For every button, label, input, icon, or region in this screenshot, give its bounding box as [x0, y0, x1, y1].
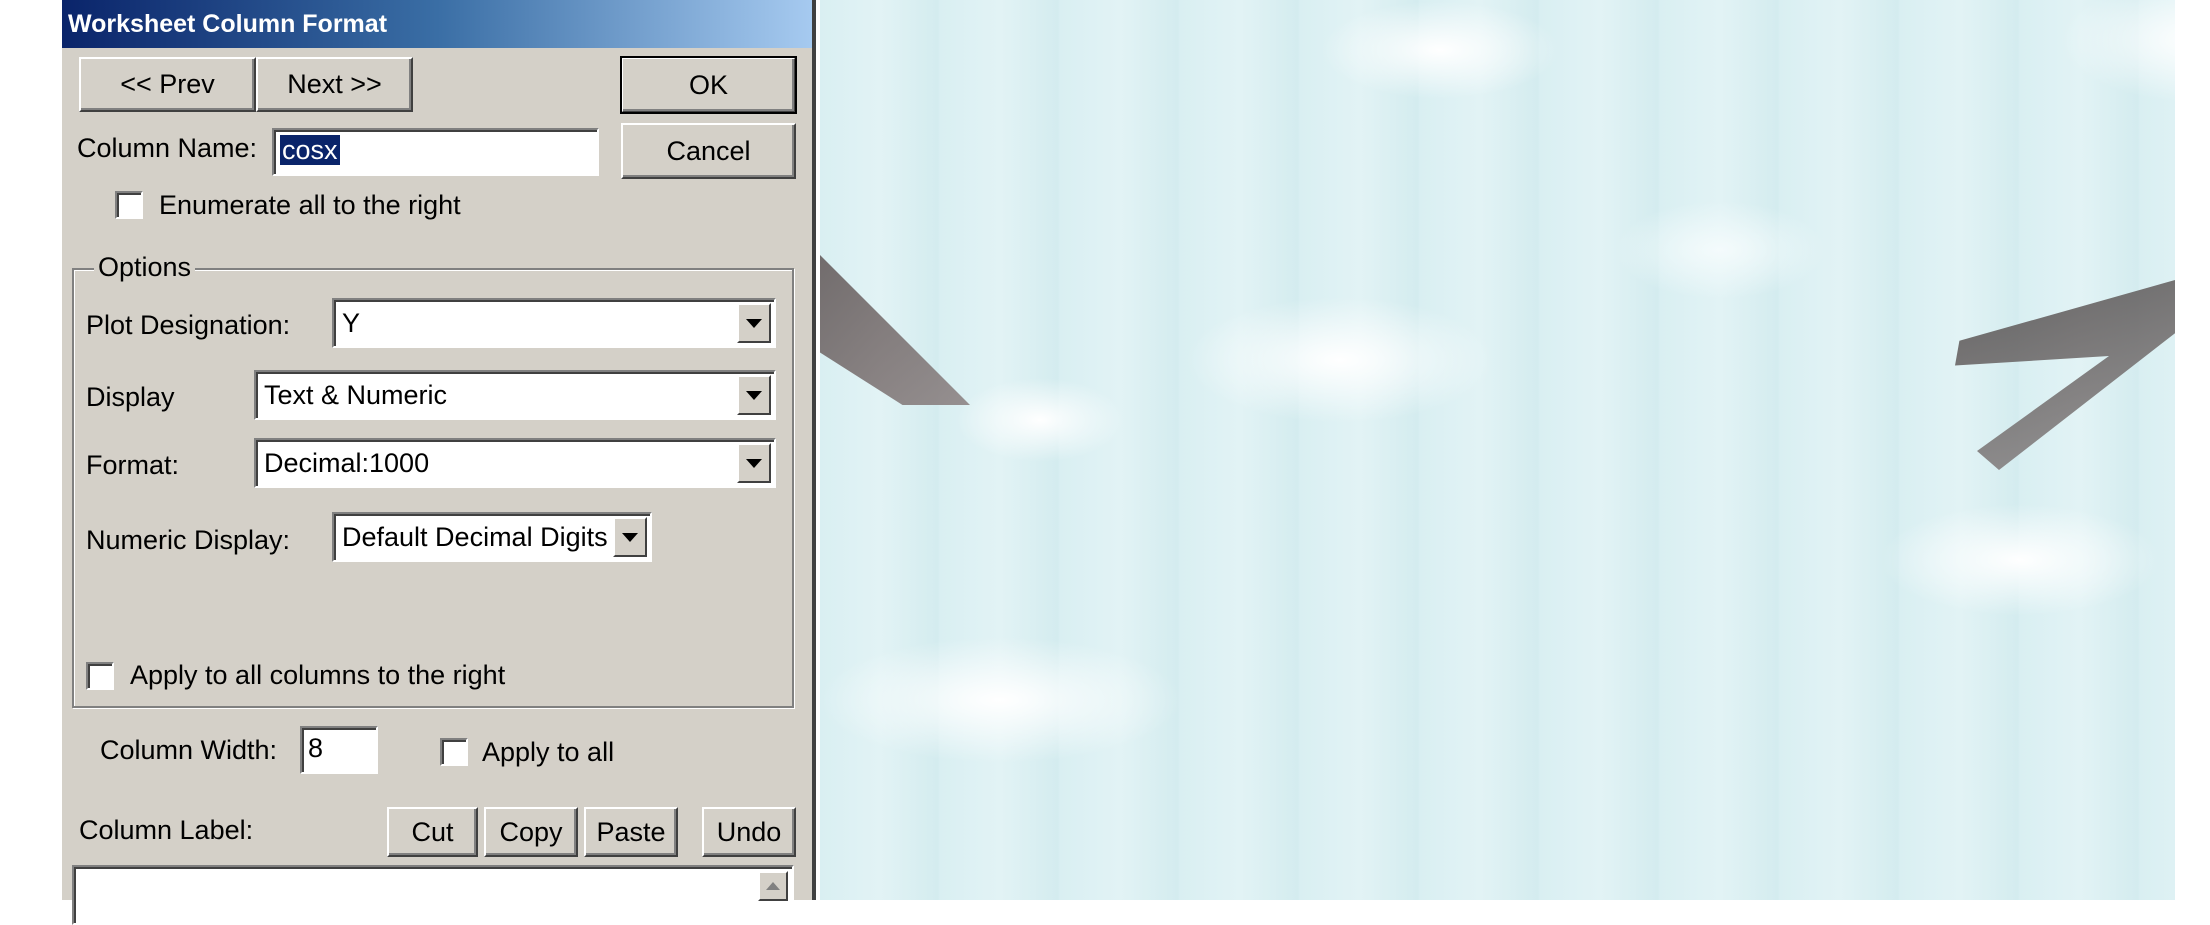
prev-button[interactable]: << Prev — [79, 57, 256, 112]
display-value: Text & Numeric — [264, 379, 448, 410]
right-margin — [2175, 0, 2210, 900]
cancel-button[interactable]: Cancel — [621, 123, 796, 179]
apply-all-right-label[interactable]: Apply to all columns to the right — [130, 660, 505, 691]
undo-button[interactable]: Undo — [702, 807, 796, 857]
copy-button[interactable]: Copy — [484, 807, 578, 857]
scroll-up-arrow-icon[interactable] — [758, 871, 788, 901]
column-name-label: Column Name: — [77, 133, 257, 164]
format-select[interactable]: Decimal:1000 — [254, 438, 776, 488]
plot-designation-select[interactable]: Y — [332, 298, 776, 348]
column-label-label: Column Label: — [79, 815, 254, 845]
chevron-down-icon[interactable] — [737, 375, 771, 415]
format-value: Decimal:1000 — [264, 447, 430, 478]
format-label: Format: — [86, 450, 180, 480]
options-group: Options Plot Designation: Y Display Text… — [72, 252, 794, 708]
column-label-textarea[interactable] — [72, 865, 794, 925]
next-button[interactable]: Next >> — [256, 57, 413, 112]
column-name-value: cosx — [280, 135, 340, 165]
ok-button[interactable]: OK — [620, 56, 797, 114]
enumerate-checkbox[interactable] — [115, 191, 143, 219]
apply-all-checkbox[interactable] — [440, 738, 468, 766]
chevron-down-icon[interactable] — [737, 303, 771, 343]
wallpaper-aircraft-wing-left — [820, 255, 970, 405]
left-margin — [0, 0, 62, 900]
apply-all-label[interactable]: Apply to all — [482, 737, 614, 768]
column-width-label: Column Width: — [100, 735, 278, 765]
wallpaper-aircraft-wing-right — [1955, 280, 2175, 470]
chevron-down-icon[interactable] — [613, 517, 647, 557]
chevron-down-icon[interactable] — [737, 443, 771, 483]
apply-all-right-checkbox[interactable] — [86, 662, 114, 690]
numeric-display-label: Numeric Display: — [86, 525, 291, 555]
options-group-title: Options — [94, 252, 196, 283]
numeric-display-select[interactable]: Default Decimal Digits — [332, 512, 652, 562]
plot-designation-value: Y — [342, 307, 361, 338]
plot-designation-label: Plot Designation: — [86, 310, 291, 340]
column-name-label-text: Column Name: — [77, 133, 258, 163]
enumerate-label[interactable]: Enumerate all to the right — [159, 190, 461, 221]
worksheet-column-format-dialog: Worksheet Column Format << Prev Next >> … — [62, 0, 816, 925]
paste-button[interactable]: Paste — [584, 807, 678, 857]
display-label: Display — [86, 382, 175, 412]
cut-button[interactable]: Cut — [387, 807, 478, 857]
column-width-input[interactable]: 8 — [300, 726, 378, 774]
numeric-display-value: Default Decimal Digits — [342, 521, 608, 552]
desktop-wallpaper — [820, 0, 2175, 900]
column-name-input[interactable]: cosx — [272, 128, 599, 176]
display-select[interactable]: Text & Numeric — [254, 370, 776, 420]
dialog-title[interactable]: Worksheet Column Format — [62, 0, 812, 48]
